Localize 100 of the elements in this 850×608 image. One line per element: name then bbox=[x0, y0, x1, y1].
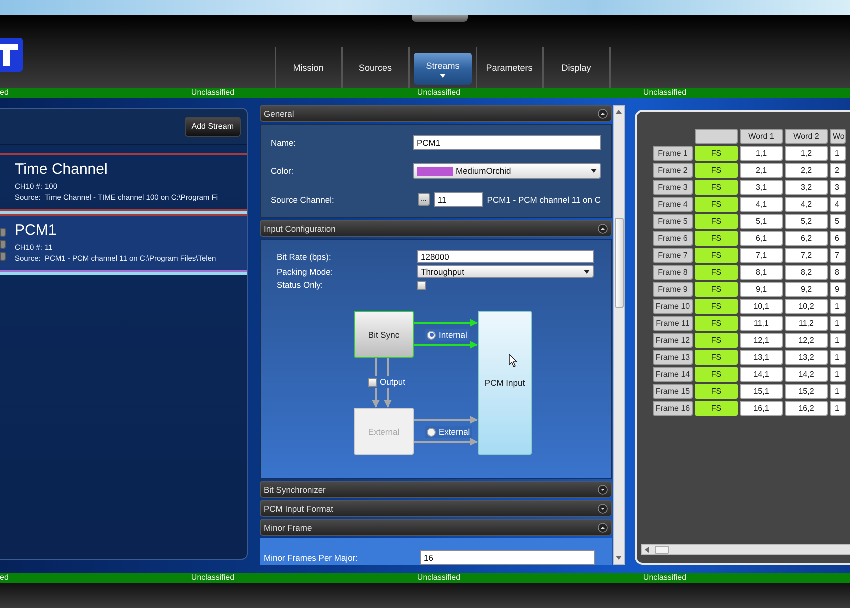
row-header: Frame 4 bbox=[653, 197, 693, 212]
sync-cell: FS bbox=[695, 282, 738, 297]
sync-cell: FS bbox=[695, 180, 738, 195]
field-label: Status Only: bbox=[277, 280, 324, 290]
table-cell: 13,2 bbox=[785, 350, 828, 365]
dropdown-arrow-icon bbox=[584, 270, 590, 274]
row-header: Frame 9 bbox=[653, 282, 693, 297]
checkbox-label: Output bbox=[380, 377, 406, 387]
channel-description: PCM1 - PCM channel 11 on C bbox=[487, 194, 601, 204]
table-cell: 16,1 bbox=[740, 401, 783, 416]
caret-icon bbox=[440, 74, 446, 78]
field-label: Name: bbox=[271, 138, 298, 148]
external-radio[interactable] bbox=[427, 428, 436, 436]
status-only-checkbox[interactable] bbox=[417, 280, 426, 290]
row-header: Frame 6 bbox=[653, 231, 693, 246]
scroll-down-icon[interactable] bbox=[616, 556, 622, 560]
scroll-left-icon[interactable] bbox=[645, 546, 649, 552]
row-header: Frame 10 bbox=[653, 299, 693, 314]
table-cell: 6 bbox=[830, 231, 846, 246]
classification-label: ed bbox=[0, 88, 9, 98]
table-cell: 12,1 bbox=[740, 333, 783, 348]
table-cell: 1,1 bbox=[740, 146, 783, 161]
color-dropdown[interactable]: MediumOrchid bbox=[413, 163, 601, 179]
table-cell: 3 bbox=[830, 180, 846, 195]
table-cell: 2 bbox=[830, 163, 846, 178]
external-arrow bbox=[414, 416, 478, 446]
table-cell: 6,2 bbox=[785, 231, 828, 246]
channel-field[interactable]: 11 bbox=[434, 192, 484, 207]
field-label: Packing Mode: bbox=[277, 266, 334, 276]
section-header[interactable]: Input Configuration bbox=[260, 220, 612, 237]
table-cell: 13,1 bbox=[740, 350, 783, 365]
external-node: External bbox=[354, 408, 414, 455]
radio-label: External bbox=[439, 427, 470, 437]
bit-sync-node: Bit Sync bbox=[354, 311, 414, 358]
scroll-thumb[interactable] bbox=[655, 546, 669, 554]
internal-arrow bbox=[414, 319, 478, 349]
cursor-icon bbox=[509, 354, 518, 368]
output-checkbox[interactable] bbox=[368, 378, 377, 386]
classification-label: Unclassified bbox=[191, 88, 235, 98]
section-header[interactable]: General bbox=[260, 105, 612, 122]
table-cell: 4,2 bbox=[785, 197, 828, 212]
corner-cell bbox=[695, 129, 738, 144]
bit-rate-field[interactable]: 128000 bbox=[417, 250, 594, 263]
classification-label: Unclassified bbox=[417, 573, 461, 583]
section-header[interactable]: Minor Frame bbox=[260, 519, 612, 536]
section-header[interactable]: Bit Synchronizer bbox=[260, 481, 612, 498]
sync-cell: FS bbox=[695, 231, 738, 246]
table-cell: 5 bbox=[830, 214, 846, 229]
row-header: Frame 8 bbox=[653, 265, 693, 280]
dropdown-arrow-icon bbox=[591, 169, 597, 173]
horizontal-scrollbar[interactable] bbox=[641, 544, 850, 555]
sync-cell: FS bbox=[695, 384, 738, 399]
stream-title: Time Channel bbox=[15, 161, 109, 179]
table-cell: 1 bbox=[830, 367, 846, 382]
field-label: Source Channel: bbox=[271, 194, 336, 204]
nav-tab[interactable]: Streams bbox=[414, 53, 472, 85]
drag-handle-icon bbox=[0, 228, 6, 261]
table-cell: 9,2 bbox=[785, 282, 828, 297]
internal-radio[interactable] bbox=[427, 330, 436, 340]
row-header: Frame 7 bbox=[653, 248, 693, 263]
table-cell: 1 bbox=[830, 333, 846, 348]
table-cell: 7 bbox=[830, 248, 846, 263]
pcm-input-node: PCM Input bbox=[478, 311, 532, 455]
column-header: Wo bbox=[830, 129, 846, 144]
table-cell: 3,1 bbox=[740, 180, 783, 195]
table-cell: 11,2 bbox=[785, 316, 828, 331]
table-cell: 9,1 bbox=[740, 282, 783, 297]
sync-cell: FS bbox=[695, 163, 738, 178]
field-label: Minor Frames Per Major: bbox=[264, 552, 359, 562]
table-cell: 11,1 bbox=[740, 316, 783, 331]
scroll-thumb[interactable] bbox=[614, 218, 624, 308]
sync-cell: FS bbox=[695, 248, 738, 263]
classification-label: ed bbox=[0, 573, 9, 583]
add-stream-button[interactable]: Add Stream bbox=[184, 116, 241, 136]
packing-mode-dropdown[interactable]: Throughput bbox=[417, 265, 594, 278]
table-cell: 12,2 bbox=[785, 333, 828, 348]
table-cell: 1 bbox=[830, 299, 846, 314]
name-field[interactable]: PCM1 bbox=[413, 135, 601, 150]
table-cell: 14,1 bbox=[740, 367, 783, 382]
table-cell: 7,1 bbox=[740, 248, 783, 263]
minor-frames-field[interactable]: 16 bbox=[420, 550, 595, 565]
section-header[interactable]: PCM Input Format bbox=[260, 500, 612, 517]
classification-label: Unclassified bbox=[191, 573, 235, 583]
table-cell: 6,1 bbox=[740, 231, 783, 246]
column-header: Word 1 bbox=[740, 129, 783, 144]
scroll-up-icon[interactable] bbox=[616, 110, 622, 114]
classification-label: Unclassified bbox=[417, 88, 461, 98]
sync-cell: FS bbox=[695, 214, 738, 229]
table-cell: 4,1 bbox=[740, 197, 783, 212]
sync-cell: FS bbox=[695, 316, 738, 331]
table-cell: 3,2 bbox=[785, 180, 828, 195]
table-cell: 8,1 bbox=[740, 265, 783, 280]
vertical-scrollbar[interactable] bbox=[613, 105, 625, 565]
table-cell: 2,2 bbox=[785, 163, 828, 178]
sync-cell: FS bbox=[695, 401, 738, 416]
table-cell: 8,2 bbox=[785, 265, 828, 280]
table-cell: 1 bbox=[830, 316, 846, 331]
table-cell: 16,2 bbox=[785, 401, 828, 416]
table-cell: 14,2 bbox=[785, 367, 828, 382]
sync-cell: FS bbox=[695, 367, 738, 382]
